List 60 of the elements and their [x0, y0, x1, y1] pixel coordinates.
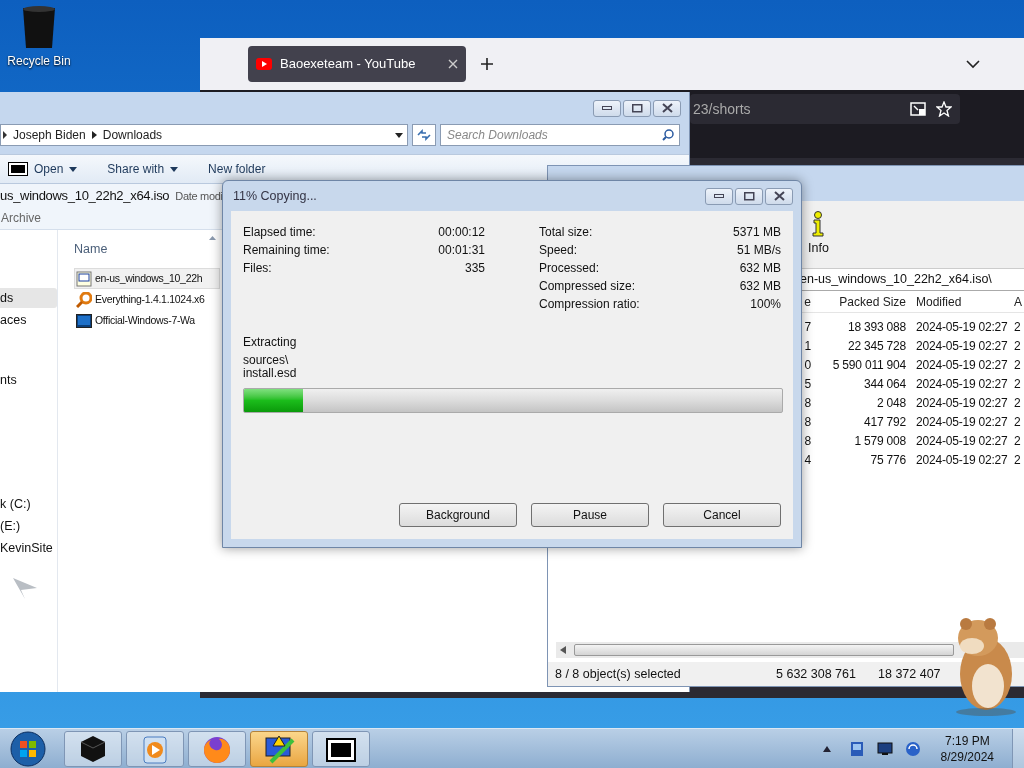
table-cell-text: 75 776: [869, 451, 907, 469]
stat-value: 00:00:12: [438, 224, 485, 241]
table-cell-text: 22 345 728: [846, 337, 907, 355]
table-cell-text: 2: [1013, 394, 1022, 412]
table-cell-text: 8: [803, 394, 812, 412]
table-cell-text: 1: [803, 337, 812, 355]
date-label: Date modi: [175, 188, 223, 204]
file-path: install.esd: [243, 367, 298, 380]
table-cell-text: 2: [1013, 413, 1022, 431]
stat-label: Remaining time:: [243, 242, 330, 259]
table-cell-text: 1 579 008: [853, 432, 907, 450]
operation-label: Extracting: [243, 334, 298, 351]
table-cell-text: 4: [803, 451, 812, 469]
table-cell-text: 5 590 011 904: [831, 356, 907, 374]
url-text: 23/shorts: [693, 99, 752, 119]
file-path: sources\: [243, 354, 290, 367]
file-name: us_windows_10_22h2_x64.iso: [0, 186, 170, 205]
stat-label: Compression ratio:: [539, 296, 640, 313]
dialog-title: 11% Copying...: [233, 187, 317, 205]
table-cell-text: 7: [803, 318, 812, 336]
status-text: 8 / 8 object(s) selected: [554, 665, 682, 683]
table-cell-text: 2024-05-19 02:27: [915, 432, 1009, 450]
table-cell-text: 417 792: [863, 413, 907, 431]
table-cell-text: 2: [1013, 432, 1022, 450]
table-cell-text: 2 048: [875, 394, 907, 412]
stat-value: 632 MB: [739, 260, 781, 277]
file-type: Archive: [0, 210, 42, 228]
stat-label: Elapsed time:: [243, 224, 316, 241]
table-cell-text: 2: [1013, 337, 1022, 355]
stat-value: 5371 MB: [732, 224, 781, 241]
table-cell-text: 2024-05-19 02:27: [915, 413, 1009, 431]
table-cell-text: 2024-05-19 02:27: [915, 451, 1009, 469]
stat-label: Compressed size:: [539, 278, 636, 295]
table-cell-text: 0: [803, 356, 812, 374]
stat-value: 00:01:31: [438, 242, 485, 259]
stat-label: Total size:: [539, 224, 593, 241]
table-cell-text: 2: [1013, 375, 1022, 393]
status-text: 18 372 407: [877, 665, 942, 683]
table-cell-text: 18 393 088: [846, 318, 907, 336]
stat-value: 100%: [750, 296, 781, 313]
table-cell-text: 5: [803, 375, 812, 393]
table-cell-text: 2: [1013, 318, 1022, 336]
stat-label: Speed:: [539, 242, 578, 259]
table-cell-text: 8: [803, 413, 812, 431]
stat-value: 335: [464, 260, 485, 277]
stat-label: Processed:: [539, 260, 600, 277]
tab-title: Baoexeteam - YouTube: [280, 55, 417, 74]
stat-value: 51 MB/s: [737, 242, 781, 259]
table-cell-text: 8: [803, 432, 812, 450]
table-cell-text: 2024-05-19 02:27: [915, 318, 1009, 336]
table-cell-text: 344 064: [863, 375, 907, 393]
table-cell-text: 2024-05-19 02:27: [915, 356, 1009, 374]
table-cell-text: 2024-05-19 02:27: [915, 394, 1009, 412]
stat-label: Files:: [243, 260, 272, 277]
table-cell-text: 2024-05-19 02:27: [915, 337, 1009, 355]
table-cell-text: 2: [1013, 356, 1022, 374]
table-cell-text: 2024-05-19 02:27: [915, 375, 1009, 393]
table-cell-text: 2: [1013, 451, 1022, 469]
status-text: 5 632 308 761: [775, 665, 857, 683]
stat-value: 632 MB: [739, 278, 781, 295]
